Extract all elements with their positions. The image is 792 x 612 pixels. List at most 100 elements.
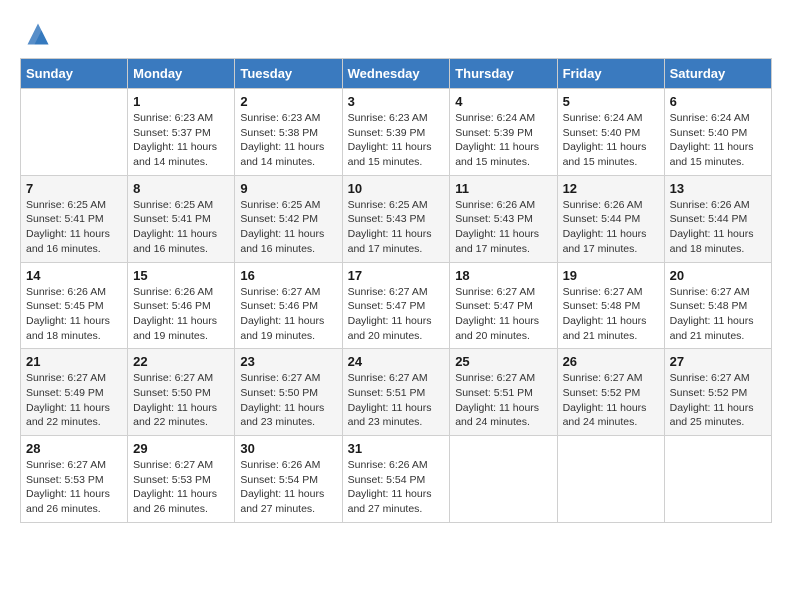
day-number: 19 xyxy=(563,268,659,283)
calendar-cell: 23 Sunrise: 6:27 AMSunset: 5:50 PMDayligh… xyxy=(235,349,342,436)
calendar-cell xyxy=(664,436,771,523)
week-row-5: 28 Sunrise: 6:27 AMSunset: 5:53 PMDayligh… xyxy=(21,436,772,523)
day-info: Sunrise: 6:27 AMSunset: 5:53 PMDaylight:… xyxy=(26,458,122,517)
day-number: 16 xyxy=(240,268,336,283)
day-info: Sunrise: 6:26 AMSunset: 5:54 PMDaylight:… xyxy=(240,458,336,517)
day-number: 5 xyxy=(563,94,659,109)
day-number: 2 xyxy=(240,94,336,109)
day-info: Sunrise: 6:24 AMSunset: 5:39 PMDaylight:… xyxy=(455,111,551,170)
calendar-cell xyxy=(21,89,128,176)
day-number: 29 xyxy=(133,441,229,456)
calendar-cell: 18 Sunrise: 6:27 AMSunset: 5:47 PMDayligh… xyxy=(450,262,557,349)
day-info: Sunrise: 6:23 AMSunset: 5:38 PMDaylight:… xyxy=(240,111,336,170)
calendar-cell: 29 Sunrise: 6:27 AMSunset: 5:53 PMDayligh… xyxy=(128,436,235,523)
calendar-cell: 11 Sunrise: 6:26 AMSunset: 5:43 PMDayligh… xyxy=(450,175,557,262)
calendar-cell: 6 Sunrise: 6:24 AMSunset: 5:40 PMDaylight… xyxy=(664,89,771,176)
day-info: Sunrise: 6:27 AMSunset: 5:50 PMDaylight:… xyxy=(133,371,229,430)
day-number: 1 xyxy=(133,94,229,109)
calendar-cell: 24Sunrise: 6:27 AMSunset: 5:51 PMDayligh… xyxy=(342,349,450,436)
day-number: 30 xyxy=(240,441,336,456)
day-info: Sunrise: 6:23 AMSunset: 5:37 PMDaylight:… xyxy=(133,111,229,170)
header-thursday: Thursday xyxy=(450,59,557,89)
day-number: 4 xyxy=(455,94,551,109)
day-info: Sunrise: 6:25 AMSunset: 5:41 PMDaylight:… xyxy=(133,198,229,257)
week-row-4: 21 Sunrise: 6:27 AMSunset: 5:49 PMDayligh… xyxy=(21,349,772,436)
calendar-header-row: SundayMondayTuesdayWednesdayThursdayFrid… xyxy=(21,59,772,89)
day-number: 23 xyxy=(240,354,336,369)
day-info: Sunrise: 6:27 AMSunset: 5:52 PMDaylight:… xyxy=(670,371,766,430)
day-info: Sunrise: 6:27 AMSunset: 5:48 PMDaylight:… xyxy=(563,285,659,344)
calendar-cell: 27 Sunrise: 6:27 AMSunset: 5:52 PMDayligh… xyxy=(664,349,771,436)
calendar-cell: 9Sunrise: 6:25 AMSunset: 5:42 PMDaylight… xyxy=(235,175,342,262)
week-row-3: 14Sunrise: 6:26 AMSunset: 5:45 PMDayligh… xyxy=(21,262,772,349)
calendar-cell: 8 Sunrise: 6:25 AMSunset: 5:41 PMDaylight… xyxy=(128,175,235,262)
calendar-cell: 14Sunrise: 6:26 AMSunset: 5:45 PMDayligh… xyxy=(21,262,128,349)
day-info: Sunrise: 6:27 AMSunset: 5:52 PMDaylight:… xyxy=(563,371,659,430)
header-sunday: Sunday xyxy=(21,59,128,89)
calendar-cell: 20 Sunrise: 6:27 AMSunset: 5:48 PMDayligh… xyxy=(664,262,771,349)
day-number: 25 xyxy=(455,354,551,369)
day-info: Sunrise: 6:27 AMSunset: 5:48 PMDaylight:… xyxy=(670,285,766,344)
header-saturday: Saturday xyxy=(664,59,771,89)
calendar-cell: 15Sunrise: 6:26 AMSunset: 5:46 PMDayligh… xyxy=(128,262,235,349)
calendar-cell: 25 Sunrise: 6:27 AMSunset: 5:51 PMDayligh… xyxy=(450,349,557,436)
calendar-cell: 16 Sunrise: 6:27 AMSunset: 5:46 PMDayligh… xyxy=(235,262,342,349)
day-number: 6 xyxy=(670,94,766,109)
calendar-cell: 30 Sunrise: 6:26 AMSunset: 5:54 PMDayligh… xyxy=(235,436,342,523)
header-monday: Monday xyxy=(128,59,235,89)
day-number: 11 xyxy=(455,181,551,196)
day-number: 31 xyxy=(348,441,445,456)
day-number: 3 xyxy=(348,94,445,109)
day-number: 22 xyxy=(133,354,229,369)
day-number: 14 xyxy=(26,268,122,283)
day-number: 20 xyxy=(670,268,766,283)
day-info: Sunrise: 6:26 AMSunset: 5:54 PMDaylight:… xyxy=(348,458,445,517)
day-info: Sunrise: 6:27 AMSunset: 5:46 PMDaylight:… xyxy=(240,285,336,344)
day-number: 18 xyxy=(455,268,551,283)
day-number: 26 xyxy=(563,354,659,369)
day-info: Sunrise: 6:27 AMSunset: 5:47 PMDaylight:… xyxy=(348,285,445,344)
calendar-cell: 5 Sunrise: 6:24 AMSunset: 5:40 PMDaylight… xyxy=(557,89,664,176)
calendar-cell: 21 Sunrise: 6:27 AMSunset: 5:49 PMDayligh… xyxy=(21,349,128,436)
page-header xyxy=(20,20,772,48)
day-info: Sunrise: 6:27 AMSunset: 5:47 PMDaylight:… xyxy=(455,285,551,344)
day-number: 10 xyxy=(348,181,445,196)
day-info: Sunrise: 6:26 AMSunset: 5:44 PMDaylight:… xyxy=(670,198,766,257)
day-number: 7 xyxy=(26,181,122,196)
day-info: Sunrise: 6:24 AMSunset: 5:40 PMDaylight:… xyxy=(563,111,659,170)
day-info: Sunrise: 6:26 AMSunset: 5:43 PMDaylight:… xyxy=(455,198,551,257)
calendar-cell: 10 Sunrise: 6:25 AMSunset: 5:43 PMDayligh… xyxy=(342,175,450,262)
day-number: 27 xyxy=(670,354,766,369)
header-tuesday: Tuesday xyxy=(235,59,342,89)
calendar-cell: 12Sunrise: 6:26 AMSunset: 5:44 PMDayligh… xyxy=(557,175,664,262)
day-info: Sunrise: 6:27 AMSunset: 5:49 PMDaylight:… xyxy=(26,371,122,430)
calendar-cell: 22 Sunrise: 6:27 AMSunset: 5:50 PMDayligh… xyxy=(128,349,235,436)
day-number: 13 xyxy=(670,181,766,196)
day-info: Sunrise: 6:25 AMSunset: 5:41 PMDaylight:… xyxy=(26,198,122,257)
day-info: Sunrise: 6:23 AMSunset: 5:39 PMDaylight:… xyxy=(348,111,445,170)
day-number: 28 xyxy=(26,441,122,456)
day-info: Sunrise: 6:27 AMSunset: 5:50 PMDaylight:… xyxy=(240,371,336,430)
calendar-cell: 19 Sunrise: 6:27 AMSunset: 5:48 PMDayligh… xyxy=(557,262,664,349)
logo-icon xyxy=(24,20,52,48)
calendar-cell: 4 Sunrise: 6:24 AMSunset: 5:39 PMDaylight… xyxy=(450,89,557,176)
header-friday: Friday xyxy=(557,59,664,89)
day-number: 21 xyxy=(26,354,122,369)
day-info: Sunrise: 6:27 AMSunset: 5:51 PMDaylight:… xyxy=(455,371,551,430)
day-info: Sunrise: 6:25 AMSunset: 5:42 PMDaylight:… xyxy=(240,198,336,257)
day-info: Sunrise: 6:24 AMSunset: 5:40 PMDaylight:… xyxy=(670,111,766,170)
day-number: 8 xyxy=(133,181,229,196)
day-info: Sunrise: 6:25 AMSunset: 5:43 PMDaylight:… xyxy=(348,198,445,257)
day-info: Sunrise: 6:27 AMSunset: 5:53 PMDaylight:… xyxy=(133,458,229,517)
calendar-cell: 28 Sunrise: 6:27 AMSunset: 5:53 PMDayligh… xyxy=(21,436,128,523)
header-wednesday: Wednesday xyxy=(342,59,450,89)
calendar-cell: 1 Sunrise: 6:23 AMSunset: 5:37 PMDaylight… xyxy=(128,89,235,176)
calendar-table: SundayMondayTuesdayWednesdayThursdayFrid… xyxy=(20,58,772,523)
calendar-cell: 7 Sunrise: 6:25 AMSunset: 5:41 PMDaylight… xyxy=(21,175,128,262)
calendar-cell: 13 Sunrise: 6:26 AMSunset: 5:44 PMDayligh… xyxy=(664,175,771,262)
logo xyxy=(20,20,52,48)
calendar-cell: 2 Sunrise: 6:23 AMSunset: 5:38 PMDaylight… xyxy=(235,89,342,176)
calendar-cell: 26 Sunrise: 6:27 AMSunset: 5:52 PMDayligh… xyxy=(557,349,664,436)
day-info: Sunrise: 6:26 AMSunset: 5:44 PMDaylight:… xyxy=(563,198,659,257)
week-row-1: 1 Sunrise: 6:23 AMSunset: 5:37 PMDaylight… xyxy=(21,89,772,176)
